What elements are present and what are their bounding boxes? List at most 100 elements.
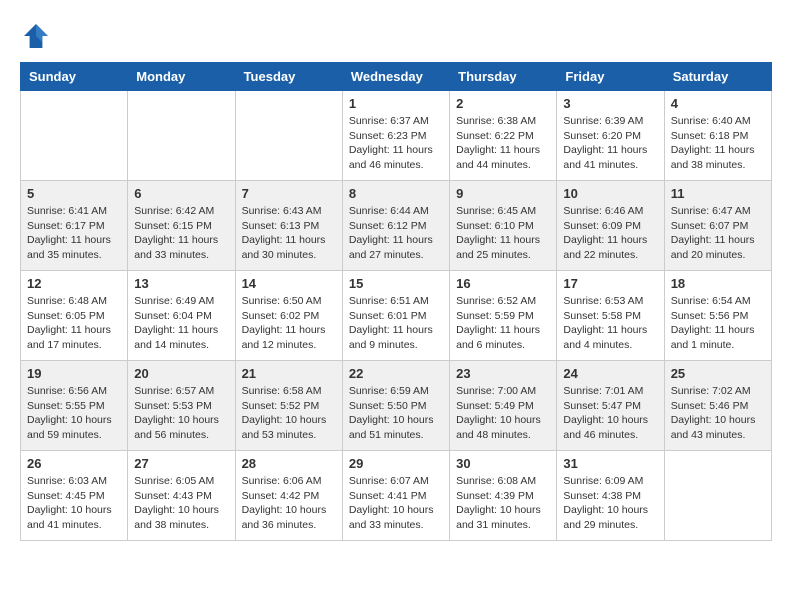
day-number: 12 bbox=[27, 276, 121, 291]
calendar-cell: 18 Sunrise: 6:54 AM Sunset: 5:56 PM Dayli… bbox=[664, 271, 771, 361]
cell-info: Sunrise: 6:57 AM Sunset: 5:53 PM Dayligh… bbox=[134, 384, 228, 443]
cell-info: Sunrise: 6:09 AM Sunset: 4:38 PM Dayligh… bbox=[563, 474, 657, 533]
weekday-header: Monday bbox=[128, 63, 235, 91]
cell-info: Sunrise: 6:46 AM Sunset: 6:09 PM Dayligh… bbox=[563, 204, 657, 263]
calendar-cell: 2 Sunrise: 6:38 AM Sunset: 6:22 PM Daylig… bbox=[450, 91, 557, 181]
cell-info: Sunrise: 6:58 AM Sunset: 5:52 PM Dayligh… bbox=[242, 384, 336, 443]
cell-info: Sunrise: 6:07 AM Sunset: 4:41 PM Dayligh… bbox=[349, 474, 443, 533]
calendar-cell bbox=[21, 91, 128, 181]
calendar-cell bbox=[128, 91, 235, 181]
cell-info: Sunrise: 6:54 AM Sunset: 5:56 PM Dayligh… bbox=[671, 294, 765, 353]
cell-info: Sunrise: 7:01 AM Sunset: 5:47 PM Dayligh… bbox=[563, 384, 657, 443]
cell-info: Sunrise: 6:52 AM Sunset: 5:59 PM Dayligh… bbox=[456, 294, 550, 353]
cell-info: Sunrise: 7:00 AM Sunset: 5:49 PM Dayligh… bbox=[456, 384, 550, 443]
calendar-cell bbox=[235, 91, 342, 181]
cell-info: Sunrise: 6:38 AM Sunset: 6:22 PM Dayligh… bbox=[456, 114, 550, 173]
day-number: 20 bbox=[134, 366, 228, 381]
day-number: 2 bbox=[456, 96, 550, 111]
day-number: 29 bbox=[349, 456, 443, 471]
calendar-week-row: 1 Sunrise: 6:37 AM Sunset: 6:23 PM Daylig… bbox=[21, 91, 772, 181]
calendar-table: SundayMondayTuesdayWednesdayThursdayFrid… bbox=[20, 62, 772, 541]
calendar-cell: 10 Sunrise: 6:46 AM Sunset: 6:09 PM Dayli… bbox=[557, 181, 664, 271]
calendar-cell: 23 Sunrise: 7:00 AM Sunset: 5:49 PM Dayli… bbox=[450, 361, 557, 451]
day-number: 25 bbox=[671, 366, 765, 381]
weekday-header: Saturday bbox=[664, 63, 771, 91]
calendar-cell: 16 Sunrise: 6:52 AM Sunset: 5:59 PM Dayli… bbox=[450, 271, 557, 361]
day-number: 22 bbox=[349, 366, 443, 381]
day-number: 18 bbox=[671, 276, 765, 291]
calendar-cell: 7Sunrise: 6:43 AM Sunset: 6:13 PM Daylig… bbox=[235, 181, 342, 271]
day-number: 21 bbox=[242, 366, 336, 381]
cell-info: Sunrise: 6:49 AM Sunset: 6:04 PM Dayligh… bbox=[134, 294, 228, 353]
calendar-cell: 4Sunrise: 6:40 AM Sunset: 6:18 PM Daylig… bbox=[664, 91, 771, 181]
day-number: 11 bbox=[671, 186, 765, 201]
day-number: 31 bbox=[563, 456, 657, 471]
day-number: 15 bbox=[349, 276, 443, 291]
calendar-cell: 9 Sunrise: 6:45 AM Sunset: 6:10 PM Daylig… bbox=[450, 181, 557, 271]
day-number: 3 bbox=[563, 96, 657, 111]
day-number: 10 bbox=[563, 186, 657, 201]
day-number: 14 bbox=[242, 276, 336, 291]
calendar-week-row: 12 Sunrise: 6:48 AM Sunset: 6:05 PM Dayli… bbox=[21, 271, 772, 361]
weekday-header: Tuesday bbox=[235, 63, 342, 91]
calendar-cell: 12 Sunrise: 6:48 AM Sunset: 6:05 PM Dayli… bbox=[21, 271, 128, 361]
calendar-week-row: 19 Sunrise: 6:56 AM Sunset: 5:55 PM Dayli… bbox=[21, 361, 772, 451]
day-number: 1 bbox=[349, 96, 443, 111]
calendar-cell: 27 Sunrise: 6:05 AM Sunset: 4:43 PM Dayli… bbox=[128, 451, 235, 541]
day-number: 19 bbox=[27, 366, 121, 381]
day-number: 16 bbox=[456, 276, 550, 291]
calendar-cell: 20 Sunrise: 6:57 AM Sunset: 5:53 PM Dayli… bbox=[128, 361, 235, 451]
logo bbox=[20, 20, 58, 52]
cell-info: Sunrise: 6:37 AM Sunset: 6:23 PM Dayligh… bbox=[349, 114, 443, 173]
day-number: 13 bbox=[134, 276, 228, 291]
calendar-cell: 13 Sunrise: 6:49 AM Sunset: 6:04 PM Dayli… bbox=[128, 271, 235, 361]
day-number: 6 bbox=[134, 186, 228, 201]
calendar-cell: 29 Sunrise: 6:07 AM Sunset: 4:41 PM Dayli… bbox=[342, 451, 449, 541]
weekday-header: Sunday bbox=[21, 63, 128, 91]
calendar-cell: 3 Sunrise: 6:39 AM Sunset: 6:20 PM Daylig… bbox=[557, 91, 664, 181]
cell-info: Sunrise: 6:06 AM Sunset: 4:42 PM Dayligh… bbox=[242, 474, 336, 533]
logo-icon bbox=[20, 20, 52, 52]
calendar-cell: 22 Sunrise: 6:59 AM Sunset: 5:50 PM Dayli… bbox=[342, 361, 449, 451]
cell-info: Sunrise: 6:48 AM Sunset: 6:05 PM Dayligh… bbox=[27, 294, 121, 353]
cell-info: Sunrise: 6:42 AM Sunset: 6:15 PM Dayligh… bbox=[134, 204, 228, 263]
calendar-cell bbox=[664, 451, 771, 541]
calendar-week-row: 5Sunrise: 6:41 AM Sunset: 6:17 PM Daylig… bbox=[21, 181, 772, 271]
calendar-cell: 24 Sunrise: 7:01 AM Sunset: 5:47 PM Dayli… bbox=[557, 361, 664, 451]
calendar-header-row: SundayMondayTuesdayWednesdayThursdayFrid… bbox=[21, 63, 772, 91]
cell-info: Sunrise: 6:59 AM Sunset: 5:50 PM Dayligh… bbox=[349, 384, 443, 443]
calendar-cell: 28 Sunrise: 6:06 AM Sunset: 4:42 PM Dayli… bbox=[235, 451, 342, 541]
calendar-cell: 26Sunrise: 6:03 AM Sunset: 4:45 PM Dayli… bbox=[21, 451, 128, 541]
cell-info: Sunrise: 6:41 AM Sunset: 6:17 PM Dayligh… bbox=[27, 204, 121, 263]
weekday-header: Thursday bbox=[450, 63, 557, 91]
calendar-cell: 21 Sunrise: 6:58 AM Sunset: 5:52 PM Dayli… bbox=[235, 361, 342, 451]
cell-info: Sunrise: 6:51 AM Sunset: 6:01 PM Dayligh… bbox=[349, 294, 443, 353]
day-number: 23 bbox=[456, 366, 550, 381]
day-number: 4 bbox=[671, 96, 765, 111]
day-number: 9 bbox=[456, 186, 550, 201]
day-number: 28 bbox=[242, 456, 336, 471]
calendar-cell: 6 Sunrise: 6:42 AM Sunset: 6:15 PM Daylig… bbox=[128, 181, 235, 271]
day-number: 26 bbox=[27, 456, 121, 471]
day-number: 8 bbox=[349, 186, 443, 201]
cell-info: Sunrise: 6:56 AM Sunset: 5:55 PM Dayligh… bbox=[27, 384, 121, 443]
calendar-cell: 31 Sunrise: 6:09 AM Sunset: 4:38 PM Dayli… bbox=[557, 451, 664, 541]
day-number: 24 bbox=[563, 366, 657, 381]
cell-info: Sunrise: 6:47 AM Sunset: 6:07 PM Dayligh… bbox=[671, 204, 765, 263]
calendar-cell: 8Sunrise: 6:44 AM Sunset: 6:12 PM Daylig… bbox=[342, 181, 449, 271]
day-number: 17 bbox=[563, 276, 657, 291]
calendar-cell: 14Sunrise: 6:50 AM Sunset: 6:02 PM Dayli… bbox=[235, 271, 342, 361]
cell-info: Sunrise: 6:39 AM Sunset: 6:20 PM Dayligh… bbox=[563, 114, 657, 173]
day-number: 27 bbox=[134, 456, 228, 471]
day-number: 7 bbox=[242, 186, 336, 201]
calendar-cell: 5Sunrise: 6:41 AM Sunset: 6:17 PM Daylig… bbox=[21, 181, 128, 271]
day-number: 30 bbox=[456, 456, 550, 471]
weekday-header: Friday bbox=[557, 63, 664, 91]
calendar-cell: 19 Sunrise: 6:56 AM Sunset: 5:55 PM Dayli… bbox=[21, 361, 128, 451]
calendar-week-row: 26Sunrise: 6:03 AM Sunset: 4:45 PM Dayli… bbox=[21, 451, 772, 541]
calendar-cell: 30 Sunrise: 6:08 AM Sunset: 4:39 PM Dayli… bbox=[450, 451, 557, 541]
cell-info: Sunrise: 6:05 AM Sunset: 4:43 PM Dayligh… bbox=[134, 474, 228, 533]
cell-info: Sunrise: 6:08 AM Sunset: 4:39 PM Dayligh… bbox=[456, 474, 550, 533]
cell-info: Sunrise: 7:02 AM Sunset: 5:46 PM Dayligh… bbox=[671, 384, 765, 443]
cell-info: Sunrise: 6:45 AM Sunset: 6:10 PM Dayligh… bbox=[456, 204, 550, 263]
